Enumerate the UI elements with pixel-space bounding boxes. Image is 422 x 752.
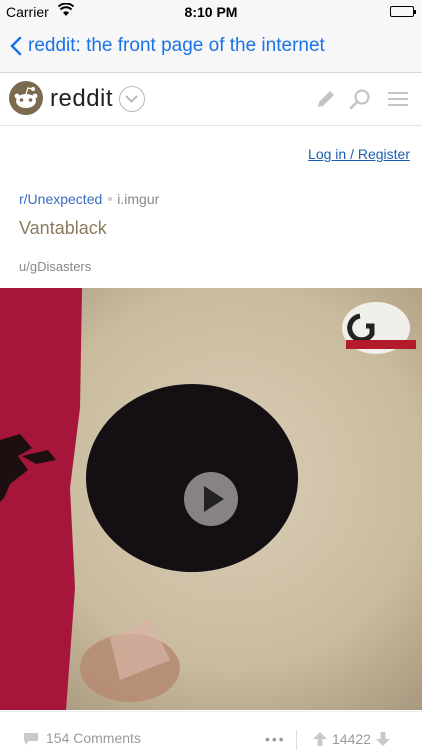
subreddit-link[interactable]: r/Unexpected bbox=[19, 191, 102, 207]
score: 14422 bbox=[332, 731, 371, 747]
downvote-icon[interactable] bbox=[375, 731, 391, 747]
battery-icon bbox=[390, 6, 416, 17]
comment-icon bbox=[24, 732, 38, 745]
search-icon[interactable] bbox=[348, 87, 372, 111]
post-author[interactable]: u/gDisasters bbox=[19, 259, 91, 274]
video-thumbnail[interactable] bbox=[0, 288, 422, 710]
reddit-logo-icon[interactable] bbox=[9, 81, 43, 115]
reddit-wordmark: reddit bbox=[50, 85, 114, 112]
more-options-icon[interactable]: ••• bbox=[265, 731, 286, 747]
comments-button[interactable]: 154 Comments bbox=[22, 730, 141, 746]
clock: 8:10 PM bbox=[184, 4, 238, 20]
login-register-link[interactable]: Log in / Register bbox=[308, 146, 410, 162]
menu-icon[interactable] bbox=[387, 87, 411, 111]
post-footer: 154 Comments ••• 14422 bbox=[0, 711, 422, 752]
reddit-header: reddit bbox=[0, 73, 422, 126]
upvote-icon[interactable] bbox=[312, 731, 328, 747]
comments-count: 154 Comments bbox=[46, 730, 141, 746]
back-button[interactable]: reddit: the front page of the internet bbox=[10, 35, 325, 57]
divider bbox=[296, 730, 297, 750]
browser-navbar: reddit: the front page of the internet bbox=[0, 24, 422, 73]
back-label: reddit: the front page of the internet bbox=[28, 35, 325, 56]
vote-controls: 14422 bbox=[312, 731, 391, 747]
post-meta: r/Unexpected i.imgur bbox=[19, 191, 159, 207]
post-title[interactable]: Vantablack bbox=[19, 218, 107, 239]
chevron-left-icon bbox=[10, 36, 22, 56]
auth-bar: Log in / Register bbox=[0, 126, 422, 176]
separator-dot bbox=[108, 197, 113, 202]
chevron-down-icon[interactable] bbox=[119, 86, 145, 112]
pencil-icon[interactable] bbox=[314, 87, 338, 111]
status-bar: Carrier 8:10 PM bbox=[0, 0, 422, 24]
post-domain[interactable]: i.imgur bbox=[117, 191, 159, 207]
